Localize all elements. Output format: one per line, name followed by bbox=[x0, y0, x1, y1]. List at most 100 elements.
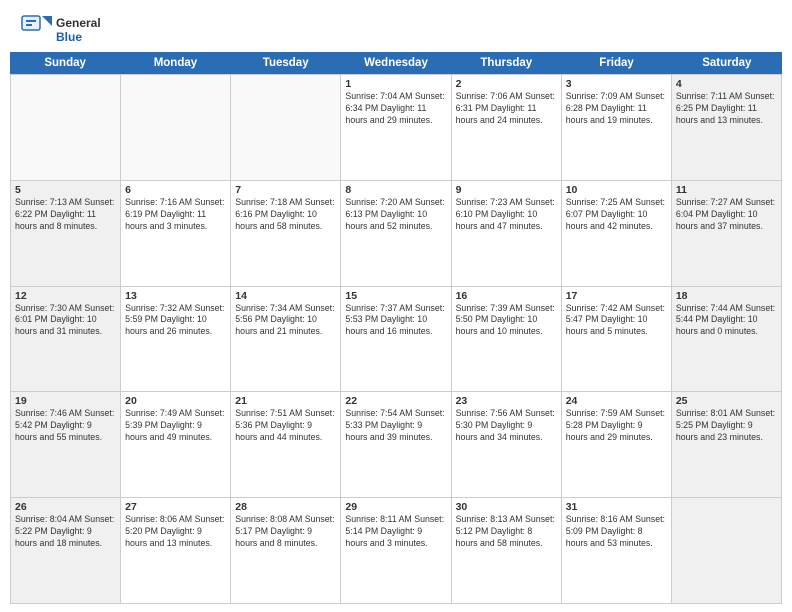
calendar-cell-4-3: 29Sunrise: 8:11 AM Sunset: 5:14 PM Dayli… bbox=[341, 498, 451, 603]
calendar-cell-2-0: 12Sunrise: 7:30 AM Sunset: 6:01 PM Dayli… bbox=[11, 287, 121, 392]
calendar-cell-1-3: 8Sunrise: 7:20 AM Sunset: 6:13 PM Daylig… bbox=[341, 181, 451, 286]
day-number: 27 bbox=[125, 501, 226, 513]
logo-blue: Blue bbox=[56, 30, 101, 44]
calendar-cell-2-4: 16Sunrise: 7:39 AM Sunset: 5:50 PM Dayli… bbox=[452, 287, 562, 392]
cell-info: Sunrise: 8:04 AM Sunset: 5:22 PM Dayligh… bbox=[15, 514, 116, 550]
weekday-header-monday: Monday bbox=[120, 52, 230, 74]
day-number: 18 bbox=[676, 290, 777, 302]
day-number: 14 bbox=[235, 290, 336, 302]
calendar-row-0: 1Sunrise: 7:04 AM Sunset: 6:34 PM Daylig… bbox=[11, 75, 782, 181]
calendar-cell-1-0: 5Sunrise: 7:13 AM Sunset: 6:22 PM Daylig… bbox=[11, 181, 121, 286]
weekday-header-saturday: Saturday bbox=[672, 52, 782, 74]
cell-info: Sunrise: 8:06 AM Sunset: 5:20 PM Dayligh… bbox=[125, 514, 226, 550]
cell-info: Sunrise: 7:46 AM Sunset: 5:42 PM Dayligh… bbox=[15, 408, 116, 444]
calendar-cell-1-6: 11Sunrise: 7:27 AM Sunset: 6:04 PM Dayli… bbox=[672, 181, 782, 286]
day-number: 25 bbox=[676, 395, 777, 407]
weekday-header-sunday: Sunday bbox=[10, 52, 120, 74]
calendar-cell-0-5: 3Sunrise: 7:09 AM Sunset: 6:28 PM Daylig… bbox=[562, 75, 672, 180]
weekday-header-thursday: Thursday bbox=[451, 52, 561, 74]
cell-info: Sunrise: 7:34 AM Sunset: 5:56 PM Dayligh… bbox=[235, 303, 336, 339]
calendar-cell-3-3: 22Sunrise: 7:54 AM Sunset: 5:33 PM Dayli… bbox=[341, 392, 451, 497]
calendar-cell-3-0: 19Sunrise: 7:46 AM Sunset: 5:42 PM Dayli… bbox=[11, 392, 121, 497]
cell-info: Sunrise: 7:30 AM Sunset: 6:01 PM Dayligh… bbox=[15, 303, 116, 339]
day-number: 4 bbox=[676, 78, 777, 90]
cell-info: Sunrise: 7:56 AM Sunset: 5:30 PM Dayligh… bbox=[456, 408, 557, 444]
logo-graphic bbox=[20, 14, 52, 46]
cell-info: Sunrise: 7:23 AM Sunset: 6:10 PM Dayligh… bbox=[456, 197, 557, 233]
weekday-header-wednesday: Wednesday bbox=[341, 52, 451, 74]
day-number: 1 bbox=[345, 78, 446, 90]
calendar-cell-1-4: 9Sunrise: 7:23 AM Sunset: 6:10 PM Daylig… bbox=[452, 181, 562, 286]
day-number: 10 bbox=[566, 184, 667, 196]
cell-info: Sunrise: 8:13 AM Sunset: 5:12 PM Dayligh… bbox=[456, 514, 557, 550]
cell-info: Sunrise: 7:37 AM Sunset: 5:53 PM Dayligh… bbox=[345, 303, 446, 339]
cell-info: Sunrise: 7:16 AM Sunset: 6:19 PM Dayligh… bbox=[125, 197, 226, 233]
day-number: 26 bbox=[15, 501, 116, 513]
calendar-cell-3-6: 25Sunrise: 8:01 AM Sunset: 5:25 PM Dayli… bbox=[672, 392, 782, 497]
day-number: 12 bbox=[15, 290, 116, 302]
calendar-cell-2-6: 18Sunrise: 7:44 AM Sunset: 5:44 PM Dayli… bbox=[672, 287, 782, 392]
cell-info: Sunrise: 7:32 AM Sunset: 5:59 PM Dayligh… bbox=[125, 303, 226, 339]
cell-info: Sunrise: 7:27 AM Sunset: 6:04 PM Dayligh… bbox=[676, 197, 777, 233]
logo: General Blue bbox=[20, 14, 101, 46]
cell-info: Sunrise: 7:20 AM Sunset: 6:13 PM Dayligh… bbox=[345, 197, 446, 233]
cell-info: Sunrise: 7:54 AM Sunset: 5:33 PM Dayligh… bbox=[345, 408, 446, 444]
cell-info: Sunrise: 7:18 AM Sunset: 6:16 PM Dayligh… bbox=[235, 197, 336, 233]
calendar-row-3: 19Sunrise: 7:46 AM Sunset: 5:42 PM Dayli… bbox=[11, 392, 782, 498]
day-number: 19 bbox=[15, 395, 116, 407]
calendar-cell-4-6 bbox=[672, 498, 782, 603]
cell-info: Sunrise: 7:06 AM Sunset: 6:31 PM Dayligh… bbox=[456, 91, 557, 127]
cell-info: Sunrise: 7:42 AM Sunset: 5:47 PM Dayligh… bbox=[566, 303, 667, 339]
calendar-cell-1-1: 6Sunrise: 7:16 AM Sunset: 6:19 PM Daylig… bbox=[121, 181, 231, 286]
calendar: SundayMondayTuesdayWednesdayThursdayFrid… bbox=[0, 52, 792, 612]
cell-info: Sunrise: 7:51 AM Sunset: 5:36 PM Dayligh… bbox=[235, 408, 336, 444]
page-header: General Blue bbox=[0, 0, 792, 52]
calendar-row-4: 26Sunrise: 8:04 AM Sunset: 5:22 PM Dayli… bbox=[11, 498, 782, 604]
cell-info: Sunrise: 7:39 AM Sunset: 5:50 PM Dayligh… bbox=[456, 303, 557, 339]
day-number: 15 bbox=[345, 290, 446, 302]
calendar-cell-0-4: 2Sunrise: 7:06 AM Sunset: 6:31 PM Daylig… bbox=[452, 75, 562, 180]
calendar-row-2: 12Sunrise: 7:30 AM Sunset: 6:01 PM Dayli… bbox=[11, 287, 782, 393]
calendar-cell-2-2: 14Sunrise: 7:34 AM Sunset: 5:56 PM Dayli… bbox=[231, 287, 341, 392]
day-number: 30 bbox=[456, 501, 557, 513]
calendar-cell-4-4: 30Sunrise: 8:13 AM Sunset: 5:12 PM Dayli… bbox=[452, 498, 562, 603]
calendar-cell-4-2: 28Sunrise: 8:08 AM Sunset: 5:17 PM Dayli… bbox=[231, 498, 341, 603]
calendar-row-1: 5Sunrise: 7:13 AM Sunset: 6:22 PM Daylig… bbox=[11, 181, 782, 287]
day-number: 11 bbox=[676, 184, 777, 196]
logo-general: General bbox=[56, 16, 101, 30]
calendar-cell-3-2: 21Sunrise: 7:51 AM Sunset: 5:36 PM Dayli… bbox=[231, 392, 341, 497]
day-number: 7 bbox=[235, 184, 336, 196]
day-number: 13 bbox=[125, 290, 226, 302]
cell-info: Sunrise: 7:25 AM Sunset: 6:07 PM Dayligh… bbox=[566, 197, 667, 233]
cell-info: Sunrise: 8:16 AM Sunset: 5:09 PM Dayligh… bbox=[566, 514, 667, 550]
calendar-cell-1-5: 10Sunrise: 7:25 AM Sunset: 6:07 PM Dayli… bbox=[562, 181, 672, 286]
calendar-cell-2-3: 15Sunrise: 7:37 AM Sunset: 5:53 PM Dayli… bbox=[341, 287, 451, 392]
calendar-cell-3-4: 23Sunrise: 7:56 AM Sunset: 5:30 PM Dayli… bbox=[452, 392, 562, 497]
calendar-cell-1-2: 7Sunrise: 7:18 AM Sunset: 6:16 PM Daylig… bbox=[231, 181, 341, 286]
calendar-cell-0-1 bbox=[121, 75, 231, 180]
calendar-cell-0-6: 4Sunrise: 7:11 AM Sunset: 6:25 PM Daylig… bbox=[672, 75, 782, 180]
cell-info: Sunrise: 7:59 AM Sunset: 5:28 PM Dayligh… bbox=[566, 408, 667, 444]
calendar-header: SundayMondayTuesdayWednesdayThursdayFrid… bbox=[10, 52, 782, 74]
calendar-cell-2-5: 17Sunrise: 7:42 AM Sunset: 5:47 PM Dayli… bbox=[562, 287, 672, 392]
cell-info: Sunrise: 7:13 AM Sunset: 6:22 PM Dayligh… bbox=[15, 197, 116, 233]
day-number: 3 bbox=[566, 78, 667, 90]
day-number: 31 bbox=[566, 501, 667, 513]
day-number: 6 bbox=[125, 184, 226, 196]
calendar-cell-3-5: 24Sunrise: 7:59 AM Sunset: 5:28 PM Dayli… bbox=[562, 392, 672, 497]
cell-info: Sunrise: 7:04 AM Sunset: 6:34 PM Dayligh… bbox=[345, 91, 446, 127]
cell-info: Sunrise: 8:08 AM Sunset: 5:17 PM Dayligh… bbox=[235, 514, 336, 550]
cell-info: Sunrise: 8:01 AM Sunset: 5:25 PM Dayligh… bbox=[676, 408, 777, 444]
calendar-cell-4-1: 27Sunrise: 8:06 AM Sunset: 5:20 PM Dayli… bbox=[121, 498, 231, 603]
cell-info: Sunrise: 7:49 AM Sunset: 5:39 PM Dayligh… bbox=[125, 408, 226, 444]
cell-info: Sunrise: 7:11 AM Sunset: 6:25 PM Dayligh… bbox=[676, 91, 777, 127]
calendar-cell-2-1: 13Sunrise: 7:32 AM Sunset: 5:59 PM Dayli… bbox=[121, 287, 231, 392]
calendar-cell-3-1: 20Sunrise: 7:49 AM Sunset: 5:39 PM Dayli… bbox=[121, 392, 231, 497]
day-number: 2 bbox=[456, 78, 557, 90]
day-number: 21 bbox=[235, 395, 336, 407]
day-number: 16 bbox=[456, 290, 557, 302]
calendar-cell-0-3: 1Sunrise: 7:04 AM Sunset: 6:34 PM Daylig… bbox=[341, 75, 451, 180]
day-number: 24 bbox=[566, 395, 667, 407]
day-number: 8 bbox=[345, 184, 446, 196]
calendar-cell-0-2 bbox=[231, 75, 341, 180]
